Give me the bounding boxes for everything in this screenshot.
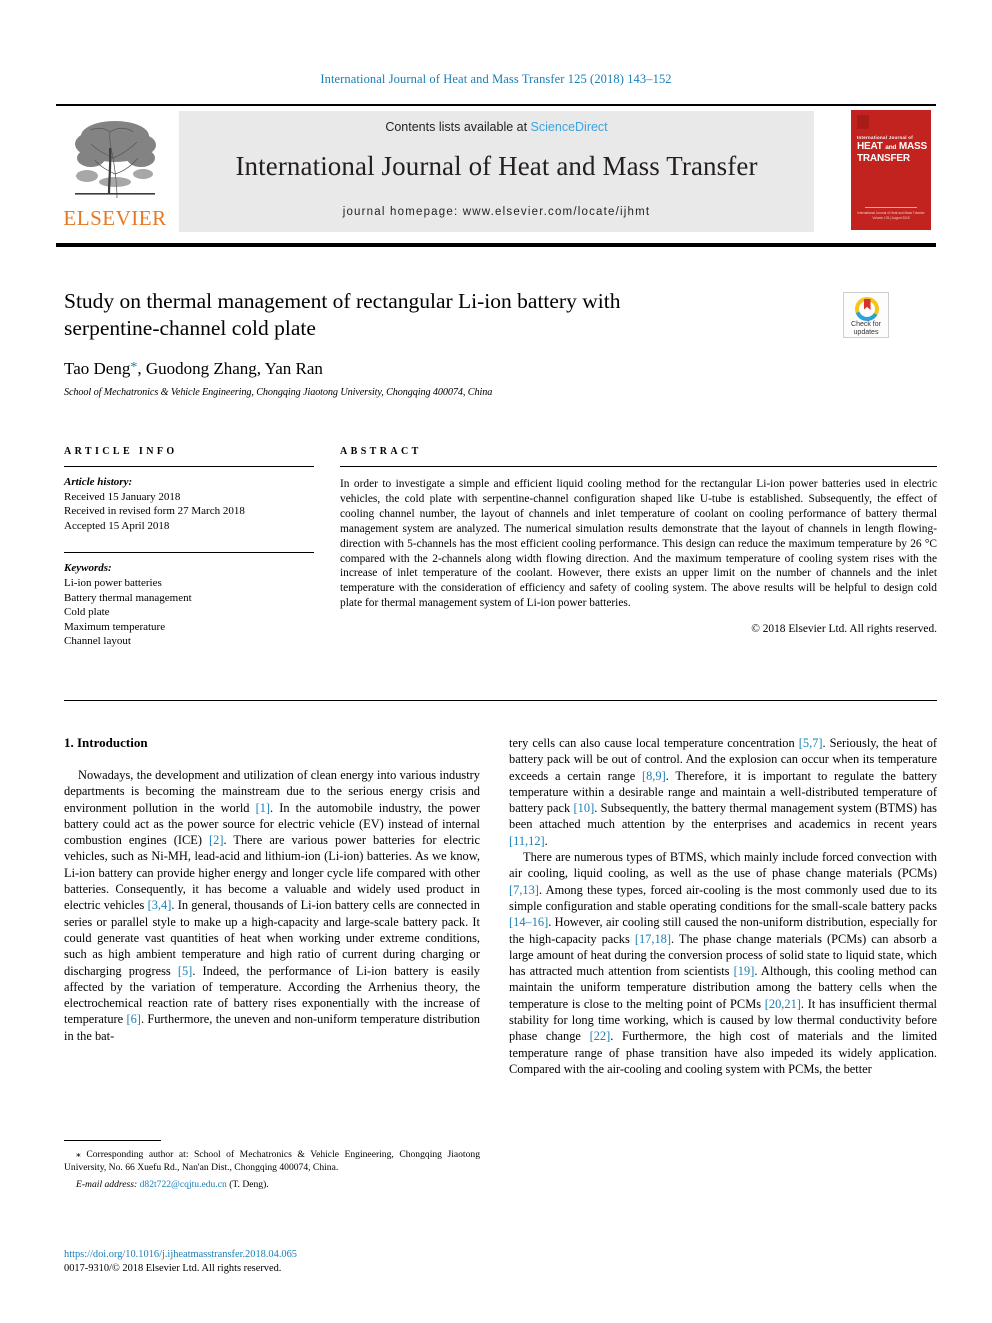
citation-ref[interactable]: [8,9] xyxy=(642,769,666,783)
abstract-heading: ABSTRACT xyxy=(340,446,422,457)
abstract-column: ABSTRACT In order to investigate a simpl… xyxy=(340,446,937,635)
citation-ref[interactable]: [17,18] xyxy=(635,932,671,946)
author-list: Tao Deng*, Guodong Zhang, Yan Ran xyxy=(64,359,684,379)
author-corresponding: Tao Deng xyxy=(64,359,131,378)
keywords-list: Keywords: Li-ion power batteries Battery… xyxy=(64,561,314,649)
citation-ref[interactable]: [2] xyxy=(209,833,223,847)
citation-ref[interactable]: [5,7] xyxy=(799,736,823,750)
email-note: E-mail address: d82t722@cqjtu.edu.cn (T.… xyxy=(64,1178,480,1191)
intro-paragraph-right-2: There are numerous types of BTMS, which … xyxy=(509,850,938,1076)
journal-masthead: ELSEVIER Contents lists available at Sci… xyxy=(56,104,938,234)
title-block: Study on thermal management of rectangul… xyxy=(64,288,684,398)
cover-divider xyxy=(865,207,917,208)
cover-title: HEAT and MASS TRANSFER xyxy=(857,141,929,164)
cover-footer-line2: Volume 125 | August 2018 xyxy=(872,216,910,220)
crossmark-ring-icon xyxy=(855,297,879,321)
keywords-rule xyxy=(64,552,314,554)
cover-title-heat: HEAT xyxy=(857,141,883,152)
cover-title-transfer: TRANSFER xyxy=(857,152,910,164)
email-address-label: E-mail address: xyxy=(76,1179,138,1191)
article-history: Article history: Received 15 January 201… xyxy=(64,475,314,533)
issn-copyright-line: 0017-9310/© 2018 Elsevier Ltd. All right… xyxy=(64,1263,282,1274)
author-rest: , Guodong Zhang, Yan Ran xyxy=(137,359,323,378)
email-note-body: E-mail address: d82t722@cqjtu.edu.cn (T.… xyxy=(64,1178,480,1191)
page-title: Study on thermal management of rectangul… xyxy=(64,289,621,340)
keywords-label: Keywords: xyxy=(64,562,112,575)
corresponding-author-note-body: ⁎ Corresponding author at: School of Mec… xyxy=(64,1148,480,1174)
email-address-link[interactable]: d82t722@cqjtu.edu.cn xyxy=(140,1179,227,1190)
journal-homepage-link[interactable]: journal homepage: www.elsevier.com/locat… xyxy=(179,206,814,218)
elsevier-tree-icon xyxy=(65,114,165,202)
keyword-2: Cold plate xyxy=(64,606,110,619)
abstract-text: In order to investigate a simple and eff… xyxy=(340,478,937,610)
contents-prefix: Contents lists available at xyxy=(385,120,531,134)
cover-footer: International Journal of Heat and Mass T… xyxy=(851,211,931,221)
article-info-column: ARTICLE INFO Article history: Received 1… xyxy=(64,446,314,649)
keyword-4: Channel layout xyxy=(64,635,131,648)
article-history-2: Accepted 15 April 2018 xyxy=(64,519,170,532)
citation-ref[interactable]: [1] xyxy=(256,801,270,815)
journal-title: International Journal of Heat and Mass T… xyxy=(235,151,758,181)
footnote-text: Corresponding author at: School of Mecha… xyxy=(64,1148,480,1173)
email-owner: (T. Deng). xyxy=(229,1179,269,1191)
check-for-updates-badge[interactable]: Check for updates xyxy=(843,292,889,338)
keyword-0: Li-ion power batteries xyxy=(64,576,162,589)
masthead-top-rule xyxy=(56,104,936,106)
crossmark-label: Check for updates xyxy=(844,321,888,337)
article-history-label: Article history: xyxy=(64,476,133,488)
citation-ref[interactable]: [19] xyxy=(734,964,755,978)
elsevier-logo: ELSEVIER xyxy=(59,114,171,232)
cover-title-and: and xyxy=(885,144,897,151)
elsevier-wordmark: ELSEVIER xyxy=(63,206,167,230)
citation-ref[interactable]: [3,4] xyxy=(148,898,172,912)
article-history-1: Received in revised form 27 March 2018 xyxy=(64,505,245,518)
paper-page: International Journal of Heat and Mass T… xyxy=(0,0,992,1323)
footnote-block: ⁎ Corresponding author at: School of Mec… xyxy=(64,1140,480,1191)
article-info-heading: ARTICLE INFO xyxy=(64,446,178,457)
cover-footer-line1: International Journal of Heat and Mass T… xyxy=(857,211,925,215)
citation-ref[interactable]: [6] xyxy=(126,1012,140,1026)
footnote-rule xyxy=(64,1140,161,1141)
body-left-column: 1. Introduction Nowadays, the developmen… xyxy=(64,735,480,1044)
journal-cover-thumbnail: International Journal of HEAT and MASS T… xyxy=(844,106,938,234)
citation-ref[interactable]: [22] xyxy=(590,1029,611,1043)
section-heading-introduction: 1. Introduction xyxy=(64,735,148,750)
keyword-3: Maximum temperature xyxy=(64,620,166,633)
citation-ref[interactable]: [5] xyxy=(178,964,192,978)
doi-link[interactable]: https://doi.org/10.1016/j.ijheatmasstran… xyxy=(64,1248,480,1262)
body-separator-rule xyxy=(64,700,937,701)
cover-kicker: International Journal of xyxy=(857,135,913,140)
keyword-1: Battery thermal management xyxy=(64,591,192,604)
affiliation: School of Mechatronics & Vehicle Enginee… xyxy=(64,387,493,398)
crossmark-label-line1: Check for xyxy=(851,321,881,328)
intro-paragraph-left: Nowadays, the development and utilizatio… xyxy=(64,768,480,1043)
footnote-marker: ⁎ xyxy=(76,1148,81,1160)
doi-footer: https://doi.org/10.1016/j.ijheatmasstran… xyxy=(64,1248,480,1276)
article-history-0: Received 15 January 2018 xyxy=(64,490,181,503)
contents-list-line: Contents lists available at ScienceDirec… xyxy=(179,120,814,134)
running-head: International Journal of Heat and Mass T… xyxy=(320,72,672,86)
cover-title-mass: MASS xyxy=(898,141,927,152)
abstract-rule xyxy=(340,466,937,467)
body-right-column: tery cells can also cause local temperat… xyxy=(509,735,937,1077)
citation-ref[interactable]: [7,13] xyxy=(509,883,539,897)
sciencedirect-link[interactable]: ScienceDirect xyxy=(531,120,608,134)
article-info-rule xyxy=(64,466,314,467)
intro-paragraph-right-1: tery cells can also cause local temperat… xyxy=(509,736,938,848)
cover-elsevier-icon xyxy=(857,115,869,129)
citation-ref[interactable]: [10] xyxy=(574,801,595,815)
citation-ref[interactable]: [20,21] xyxy=(765,997,801,1011)
abstract-copyright: © 2018 Elsevier Ltd. All rights reserved… xyxy=(751,622,937,635)
crossmark-label-line2: updates xyxy=(853,329,879,336)
masthead-bottom-rule xyxy=(56,243,936,247)
journal-cover-art: International Journal of HEAT and MASS T… xyxy=(851,110,931,230)
citation-ref[interactable]: [14–16] xyxy=(509,915,548,929)
journal-band: Contents lists available at ScienceDirec… xyxy=(179,111,814,232)
corresponding-author-note: ⁎ Corresponding author at: School of Mec… xyxy=(64,1148,480,1174)
citation-ref[interactable]: [11,12] xyxy=(509,834,545,848)
